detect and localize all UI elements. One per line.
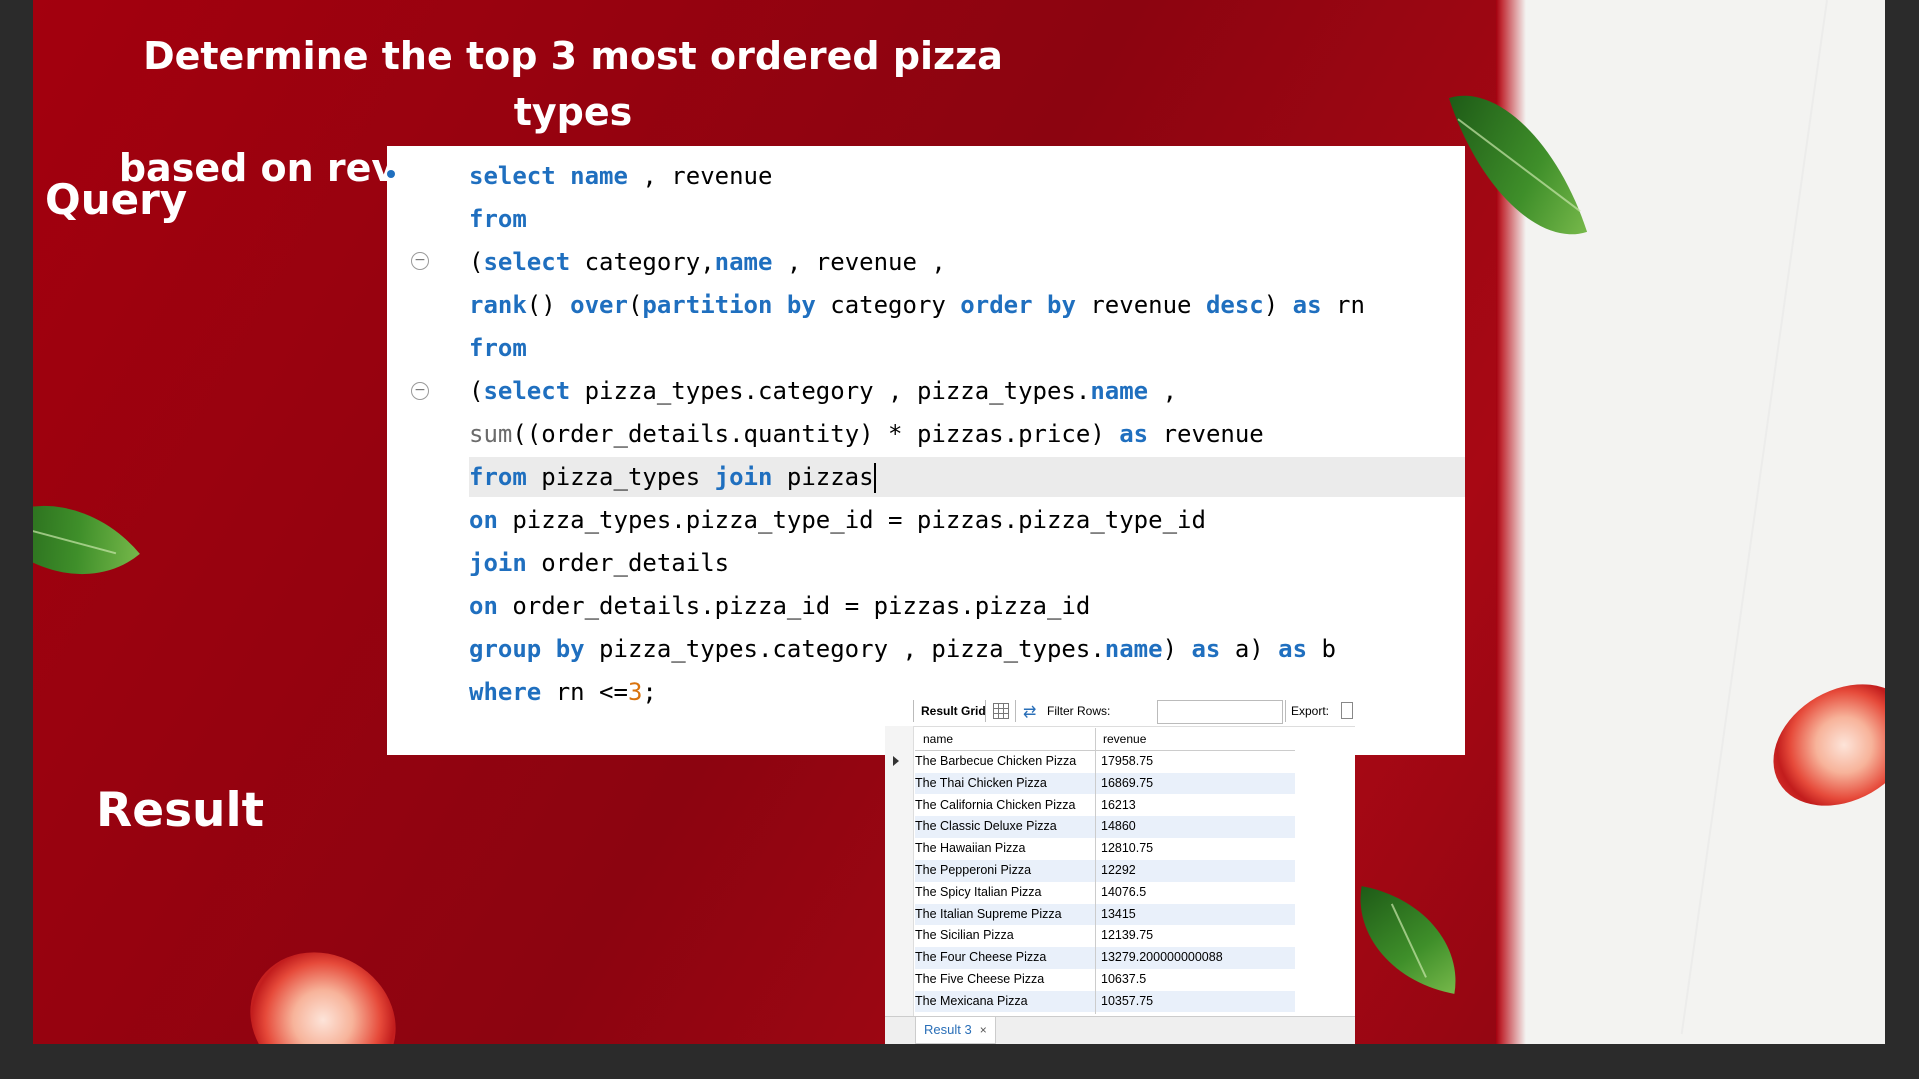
cell-revenue[interactable]: 13415 [1101, 907, 1136, 921]
cell-name[interactable]: The Thai Chicken Pizza [915, 776, 1047, 790]
code-line-7: sum((order_details.quantity) * pizzas.pr… [469, 420, 1264, 448]
code-line-12: group by pizza_types.category , pizza_ty… [469, 635, 1336, 663]
result-grid-tab[interactable]: Result Grid [921, 704, 986, 718]
tab-label: Result 3 [924, 1022, 972, 1037]
tab-result-3[interactable]: Result 3 × [915, 1017, 996, 1044]
table-row[interactable]: The Italian Supreme Pizza 13415 [915, 903, 1295, 926]
result-panel: Result Grid ⇄ Filter Rows: Export: name … [885, 696, 1355, 1044]
current-row-marker-icon [893, 756, 899, 766]
fold-toggle-icon[interactable]: − [411, 382, 429, 400]
row-gutter [885, 726, 914, 1016]
cell-name[interactable]: The Spicy Italian Pizza [915, 885, 1041, 899]
code-line-3: (select category,name , revenue , [469, 248, 946, 276]
cell-name[interactable]: The Sicilian Pizza [915, 928, 1014, 942]
fold-toggle-icon[interactable]: − [411, 252, 429, 270]
table-row[interactable]: The Hawaiian Pizza 12810.75 [915, 838, 1295, 860]
text-caret [873, 463, 876, 493]
toolbar-separator [1015, 700, 1016, 722]
column-divider [1095, 728, 1096, 1014]
basil-leaf-bottom [1346, 886, 1470, 994]
basil-leaf-left [33, 461, 140, 619]
code-line-10: join order_details [469, 549, 730, 577]
toolbar-separator [985, 700, 986, 722]
code-line-9: on pizza_types.pizza_type_id = pizzas.pi… [469, 506, 1206, 534]
cell-name[interactable]: The Barbecue Chicken Pizza [915, 754, 1076, 768]
code-line-8: from pizza_types join pizzas [469, 457, 1465, 497]
cell-name[interactable]: The Hawaiian Pizza [915, 841, 1025, 855]
filter-rows-input[interactable] [1157, 700, 1283, 724]
breakpoint-marker [387, 170, 395, 178]
refresh-icon[interactable]: ⇄ [1023, 702, 1036, 722]
table-row[interactable]: The Five Cheese Pizza 10637.5 [915, 969, 1295, 991]
code-line-6: (select pizza_types.category , pizza_typ… [469, 377, 1178, 405]
cell-name[interactable]: The California Chicken Pizza [915, 798, 1076, 812]
decor-streak [1680, 0, 1828, 1035]
column-header-revenue[interactable]: revenue [1103, 732, 1146, 746]
table-row[interactable]: The Thai Chicken Pizza 16869.75 [915, 772, 1295, 795]
export-icon[interactable] [1341, 702, 1353, 719]
code-line-5: from [469, 334, 527, 362]
table-row[interactable]: The Pepperoni Pizza 12292 [915, 860, 1295, 882]
toolbar-separator [913, 700, 914, 722]
cell-revenue[interactable]: 12139.75 [1101, 928, 1153, 942]
table-header: name revenue [915, 728, 1295, 751]
result-label: Result [96, 783, 265, 838]
code-line-11: on order_details.pizza_id = pizzas.pizza… [469, 592, 1091, 620]
filter-rows-label: Filter Rows: [1047, 704, 1111, 718]
query-label: Query [45, 175, 188, 224]
sql-editor[interactable]: − − select name , revenue from (select c… [387, 146, 1465, 755]
cell-revenue[interactable]: 16213 [1101, 798, 1136, 812]
cell-name[interactable]: The Four Cheese Pizza [915, 950, 1046, 964]
cell-revenue[interactable]: 14860 [1101, 819, 1136, 833]
table-row[interactable]: The Four Cheese Pizza 13279.200000000088 [915, 947, 1295, 969]
cell-revenue[interactable]: 13279.200000000088 [1101, 950, 1223, 964]
cell-name[interactable]: The Italian Supreme Pizza [915, 907, 1062, 921]
code-line-2: from [469, 205, 527, 233]
table-row[interactable]: The Mexicana Pizza 10357.75 [915, 990, 1295, 1013]
grid-view-icon[interactable] [993, 703, 1009, 719]
result-toolbar: Result Grid ⇄ Filter Rows: Export: [885, 696, 1355, 727]
cell-revenue[interactable]: 14076.5 [1101, 885, 1146, 899]
cell-revenue[interactable]: 10637.5 [1101, 972, 1146, 986]
code-line-1: select name , revenue [469, 162, 773, 190]
code-line-4: rank() over(partition by category order … [469, 291, 1365, 319]
column-header-name[interactable]: name [923, 732, 953, 746]
cell-name[interactable]: The Mexicana Pizza [915, 994, 1028, 1008]
cell-revenue[interactable]: 12810.75 [1101, 841, 1153, 855]
cell-name[interactable]: The Pepperoni Pizza [915, 863, 1031, 877]
cell-name[interactable]: The Classic Deluxe Pizza [915, 819, 1057, 833]
cell-revenue[interactable]: 12292 [1101, 863, 1136, 877]
table-row[interactable]: The Barbecue Chicken Pizza 17958.75 [893, 751, 1295, 773]
cell-revenue[interactable]: 16869.75 [1101, 776, 1153, 790]
export-label: Export: [1291, 704, 1330, 718]
table-row[interactable]: The Sicilian Pizza 12139.75 [915, 925, 1295, 947]
table-row[interactable]: The Spicy Italian Pizza 14076.5 [915, 882, 1295, 904]
slide: Determine the top 3 most ordered pizza t… [33, 0, 1885, 1044]
table-row[interactable]: The Classic Deluxe Pizza 14860 [915, 816, 1295, 838]
cell-name[interactable]: The Five Cheese Pizza [915, 972, 1044, 986]
cell-revenue[interactable]: 17958.75 [1101, 754, 1153, 768]
table-row[interactable]: The California Chicken Pizza 16213 [915, 795, 1295, 817]
result-tabs: Result 3 × [885, 1016, 1355, 1044]
cell-revenue[interactable]: 10357.75 [1101, 994, 1153, 1008]
toolbar-separator [1285, 700, 1286, 722]
right-panel [1496, 0, 1885, 1044]
close-icon[interactable]: × [980, 1023, 987, 1037]
tomato-slice-bottom [225, 926, 421, 1044]
